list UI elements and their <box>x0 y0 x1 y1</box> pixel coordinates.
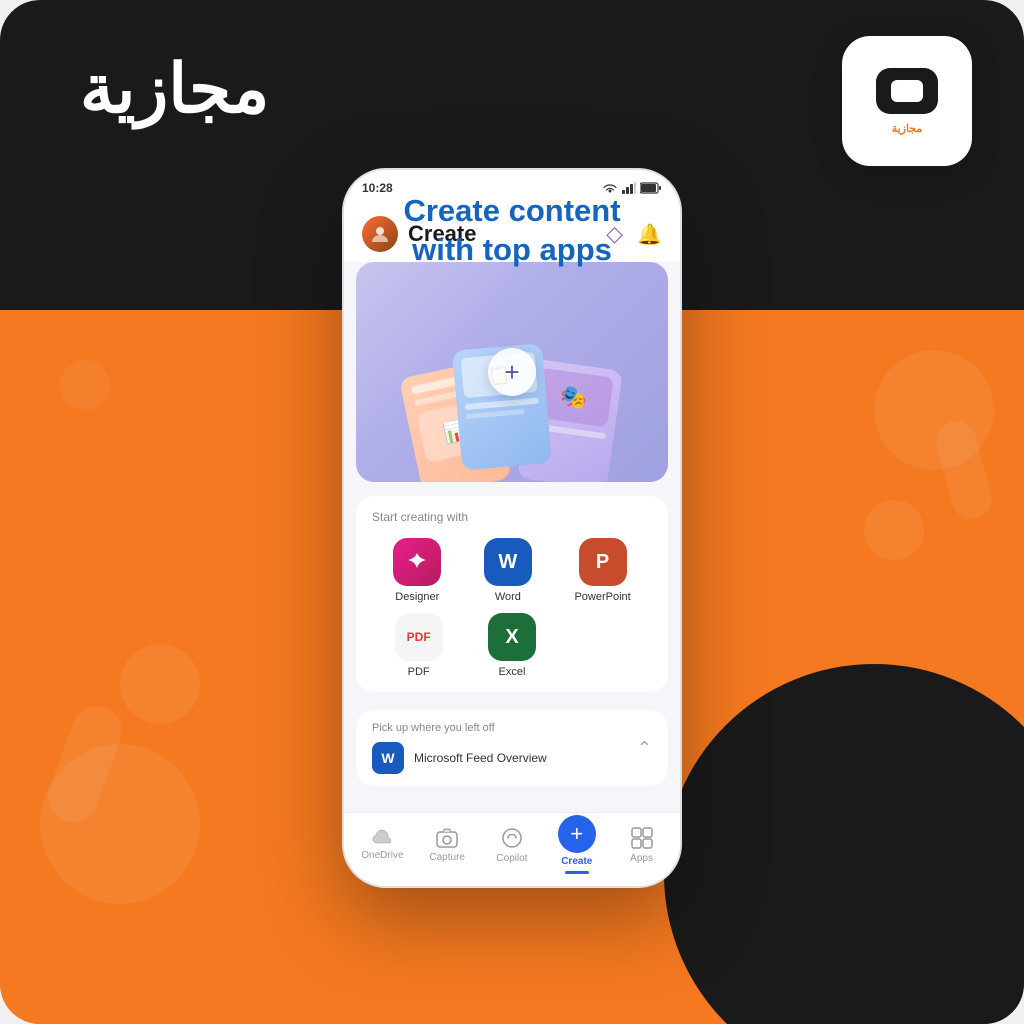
onedrive-icon <box>370 829 394 847</box>
apps-nav-icon <box>630 826 654 850</box>
powerpoint-icon: P <box>579 538 627 586</box>
brand-icon <box>876 68 938 114</box>
main-container: مجازية مجازية Create content with top ap… <box>0 0 1024 1024</box>
nav-onedrive-label: OneDrive <box>361 850 403 861</box>
phone-interior: 10:28 <box>344 170 680 886</box>
app-item-pdf[interactable]: PDF PDF <box>395 613 443 678</box>
excel-icon: X <box>488 613 536 661</box>
create-icon: + <box>558 815 596 853</box>
app-item-word[interactable]: W Word <box>484 538 532 603</box>
powerpoint-label: PowerPoint <box>574 591 630 603</box>
nav-active-indicator <box>565 871 589 874</box>
designer-label: Designer <box>395 591 439 603</box>
app-item-excel[interactable]: X Excel <box>488 613 536 678</box>
brand-badge: مجازية <box>842 36 972 166</box>
nav-create-label: Create <box>561 856 592 867</box>
hero-plus-button[interactable]: + <box>488 348 536 396</box>
nav-apps-label: Apps <box>630 853 653 864</box>
phone-mockup: 10:28 <box>342 168 682 888</box>
logo-arabic-text: مجازية <box>80 50 269 129</box>
nav-item-create[interactable]: + Create <box>549 815 605 874</box>
recent-chevron-icon[interactable]: ⌃ <box>637 738 652 759</box>
nav-item-copilot[interactable]: Copilot <box>484 826 540 864</box>
nav-item-apps[interactable]: Apps <box>614 826 670 864</box>
hero-banner: 📊 📋 <box>356 262 668 482</box>
recent-section: Pick up where you left off W Microsoft F… <box>356 710 668 786</box>
pdf-icon: PDF <box>395 613 443 661</box>
placeholder-icon <box>581 613 629 661</box>
hero-title-line1: Create content <box>332 192 692 231</box>
recent-item[interactable]: W Microsoft Feed Overview <box>372 742 637 774</box>
nav-item-capture[interactable]: Capture <box>419 827 475 863</box>
app-item-designer[interactable]: Designer <box>393 538 441 603</box>
nav-capture-label: Capture <box>429 852 465 863</box>
word-label: Word <box>495 591 521 603</box>
deco-circle-5 <box>60 360 110 410</box>
bottom-nav: OneDrive Capture <box>344 812 680 886</box>
badge-brand-text: مجازية <box>892 122 923 135</box>
nav-item-onedrive[interactable]: OneDrive <box>354 829 410 861</box>
recent-label: Pick up where you left off <box>372 722 637 734</box>
recent-content: Pick up where you left off W Microsoft F… <box>372 722 637 774</box>
hero-title-line2: with top apps <box>332 231 692 270</box>
logo-area: مجازية <box>80 50 269 129</box>
copilot-icon <box>499 826 525 850</box>
nav-copilot-label: Copilot <box>496 853 527 864</box>
deco-circle-2 <box>120 644 200 724</box>
apps-row-1: Designer W Word P PowerPoint <box>372 538 652 603</box>
app-item-powerpoint[interactable]: P PowerPoint <box>574 538 630 603</box>
deco-circle-4 <box>864 500 924 560</box>
apps-row-2: PDF PDF X Excel <box>372 613 652 678</box>
brand-inner-shape <box>891 80 923 102</box>
phone-top-text: Create content with top apps <box>332 192 692 270</box>
excel-label: Excel <box>499 666 526 678</box>
recent-doc-icon: W <box>372 742 404 774</box>
designer-icon <box>393 538 441 586</box>
apps-section: Start creating with Designer W <box>356 496 668 692</box>
pdf-label: PDF <box>408 666 430 678</box>
apps-section-label: Start creating with <box>372 510 652 524</box>
word-icon: W <box>484 538 532 586</box>
recent-text: Microsoft Feed Overview <box>414 751 547 765</box>
capture-icon <box>435 827 459 849</box>
